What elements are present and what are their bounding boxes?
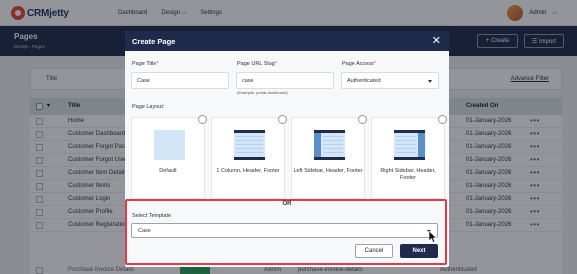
layout-name: 1 Column, Header, Footer xyxy=(216,168,280,174)
page-access-select[interactable]: Authenticated xyxy=(341,72,439,89)
slug-hint: (Example: portal-dashboard) xyxy=(237,90,288,95)
access-label: Page Access* xyxy=(342,61,376,67)
layout-right-sidebar-icon xyxy=(394,130,425,160)
next-button[interactable]: Next xyxy=(400,244,438,258)
required-mark: * xyxy=(373,61,376,67)
layout-radio[interactable] xyxy=(438,115,447,124)
mouse-cursor-icon xyxy=(428,231,437,243)
layout-name: Default xyxy=(159,168,177,174)
close-icon[interactable]: ✕ xyxy=(432,34,441,48)
template-value: Case xyxy=(138,228,151,234)
slug-label: Page URL Slug* xyxy=(237,61,277,67)
template-select[interactable]: Case xyxy=(131,223,438,238)
chevron-down-icon xyxy=(428,80,432,83)
required-mark: * xyxy=(156,61,159,67)
layout-default-icon xyxy=(154,130,185,160)
modal-title: Create Page xyxy=(132,37,176,46)
layout-option-left-sidebar[interactable]: Left Sidebar, Header, Footer xyxy=(291,115,367,199)
layout-option-one-column[interactable]: 1 Column, Header, Footer xyxy=(211,115,287,199)
layout-radio[interactable] xyxy=(358,115,367,124)
layout-name: Left Sidebar, Header, Footer xyxy=(293,168,363,174)
required-mark: * xyxy=(274,61,277,67)
layout-radio[interactable] xyxy=(198,115,207,124)
create-page-modal: Create Page ✕ Page Title* Case Page URL … xyxy=(125,31,449,267)
page-title-label: Page Title* xyxy=(132,61,159,67)
layout-option-right-sidebar[interactable]: Right Sidebar, Header, Footer xyxy=(371,115,447,199)
layout-radio[interactable] xyxy=(278,115,287,124)
select-template-label: Select Template xyxy=(132,213,172,219)
slug-label-text: Page URL Slug xyxy=(237,61,275,67)
access-label-text: Page Access xyxy=(342,61,374,67)
page-access-value: Authenticated xyxy=(347,78,381,84)
layout-option-default[interactable]: Default xyxy=(131,115,207,199)
or-divider: OR xyxy=(282,201,292,207)
slug-input[interactable]: case xyxy=(236,72,334,89)
page-layout-label: Page Layout: xyxy=(132,104,165,110)
layout-name: Right Sidebar, Header, Footer xyxy=(380,168,436,181)
page-title-label-text: Page Title xyxy=(132,61,157,67)
modal-header: Create Page ✕ xyxy=(125,31,449,51)
cancel-button[interactable]: Cancel xyxy=(355,244,393,258)
layout-left-sidebar-icon xyxy=(314,130,345,160)
page-title-input[interactable]: Case xyxy=(131,72,229,89)
layout-one-column-icon xyxy=(234,130,265,160)
